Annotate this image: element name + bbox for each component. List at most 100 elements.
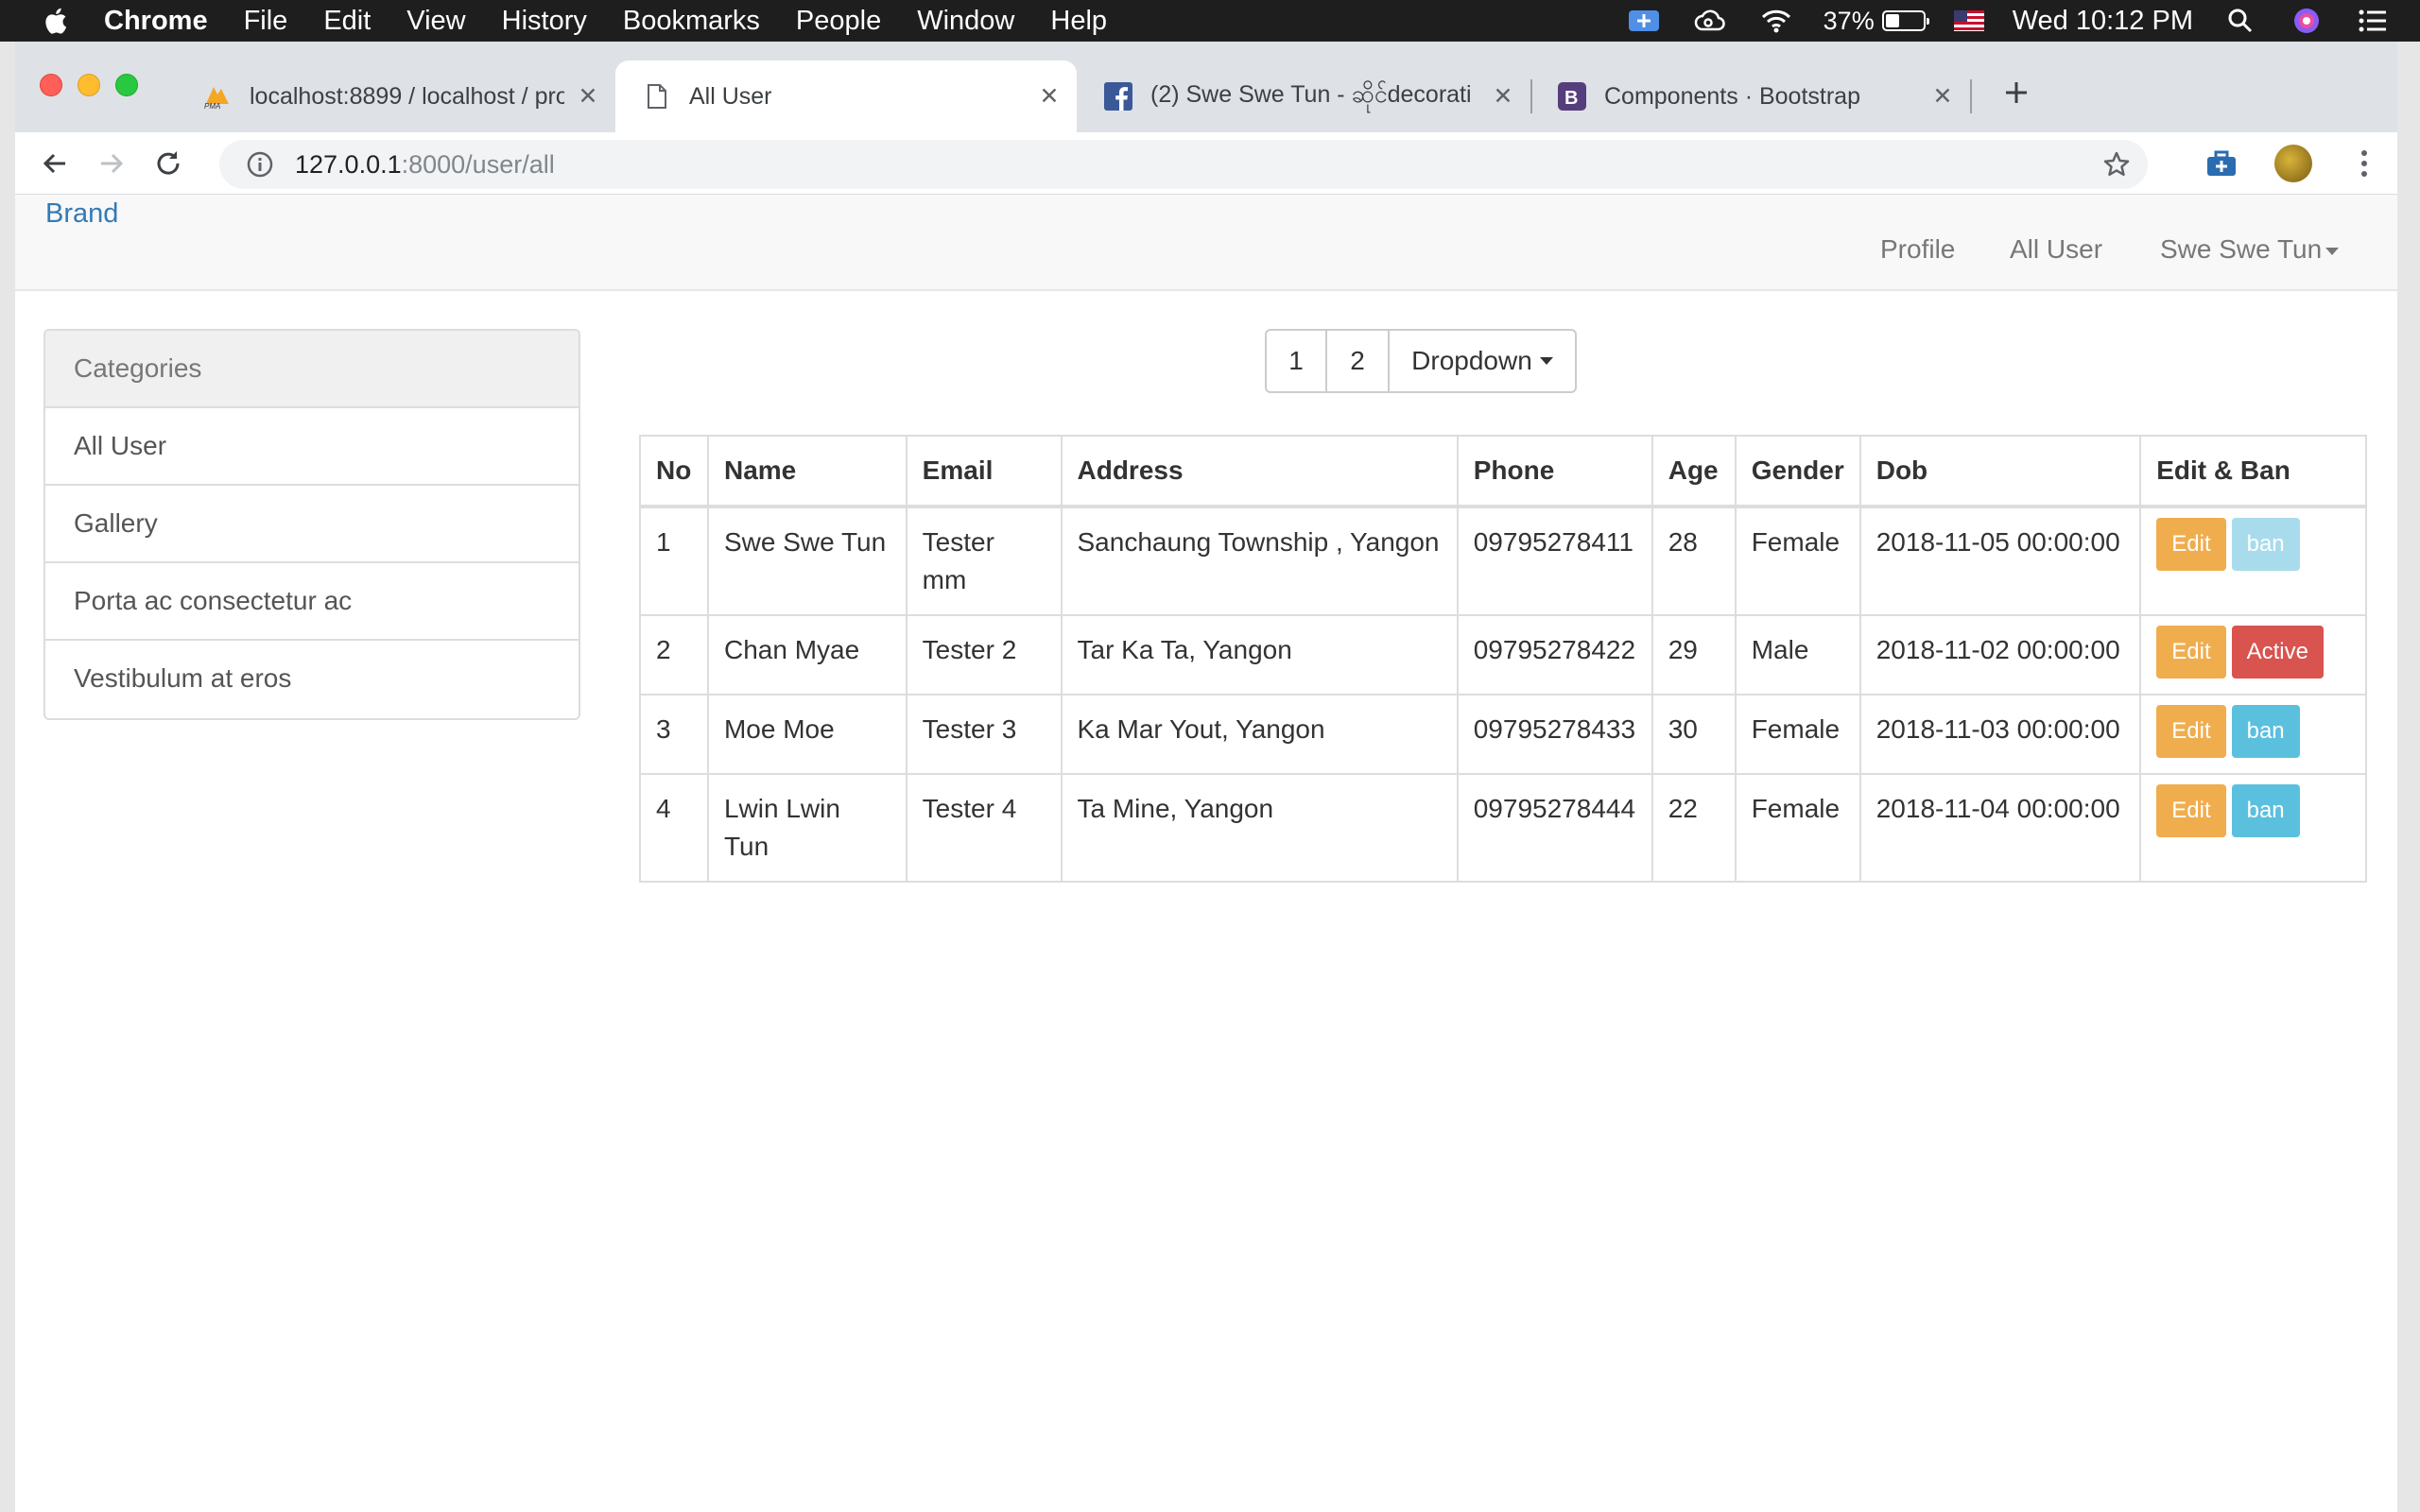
navbar-brand-link[interactable]: Brand bbox=[45, 198, 118, 230]
url-host: 127.0.0.1 bbox=[295, 149, 402, 179]
tab-bootstrap[interactable]: B Components · Bootstrap ✕ bbox=[1530, 60, 1970, 132]
header-name: Name bbox=[706, 435, 908, 508]
header-email: Email bbox=[905, 435, 1063, 508]
forward-arrow-icon[interactable] bbox=[89, 141, 134, 186]
user-menu-label: Swe Swe Tun bbox=[2160, 234, 2323, 264]
button-group: 1 2 Dropdown bbox=[1265, 329, 1577, 393]
header-actions: Edit & Ban bbox=[2139, 435, 2367, 508]
tab-close-icon[interactable]: ✕ bbox=[1489, 82, 1517, 111]
header-gender: Gender bbox=[1734, 435, 1861, 508]
menu-history[interactable]: History bbox=[502, 6, 587, 37]
battery-icon[interactable] bbox=[1881, 10, 1929, 31]
tab-phpmyadmin[interactable]: PMA localhost:8899 / localhost / pro ✕ bbox=[176, 60, 615, 132]
dropdown-button[interactable]: Dropdown bbox=[1390, 331, 1575, 391]
svg-text:B: B bbox=[1564, 88, 1578, 109]
menu-help[interactable]: Help bbox=[1050, 6, 1107, 37]
header-no: No bbox=[639, 435, 709, 508]
svg-text:PMA: PMA bbox=[204, 102, 220, 110]
siri-icon[interactable] bbox=[2288, 7, 2325, 35]
cell-email: Tester mm bbox=[905, 506, 1063, 616]
apple-icon[interactable] bbox=[38, 4, 72, 38]
page-1-button[interactable]: 1 bbox=[1267, 331, 1327, 391]
chrome-menu-icon[interactable] bbox=[2350, 145, 2378, 182]
caret-down-icon bbox=[2325, 247, 2340, 255]
site-navbar: Brand Profile All User Swe Swe Tun bbox=[15, 195, 2397, 291]
tab-separator bbox=[1970, 79, 1972, 113]
tab-title: All User bbox=[689, 82, 772, 110]
reload-icon[interactable] bbox=[146, 141, 191, 186]
nav-user-dropdown[interactable]: Swe Swe Tun bbox=[2160, 234, 2340, 265]
ban-button[interactable]: ban bbox=[2231, 784, 2300, 837]
cell-actions: Edit ban bbox=[2139, 506, 2367, 616]
cell-name: Moe Moe bbox=[706, 694, 908, 775]
cell-actions: Edit Active bbox=[2139, 614, 2367, 696]
cell-age: 22 bbox=[1651, 773, 1737, 883]
caret-down-icon bbox=[1539, 357, 1553, 365]
cell-address: Ta Mine, Yangon bbox=[1060, 773, 1459, 883]
site-info-icon[interactable] bbox=[246, 150, 274, 179]
ban-button[interactable]: ban bbox=[2231, 705, 2300, 758]
cell-actions: Edit ban bbox=[2139, 694, 2367, 775]
tab-title: Components · Bootstrap bbox=[1604, 82, 1860, 110]
input-source-flag-icon[interactable] bbox=[1953, 10, 1984, 31]
sidebar-item-vestibulum[interactable]: Vestibulum at eros bbox=[45, 641, 579, 718]
extension-toolbox-icon[interactable] bbox=[2203, 145, 2240, 182]
cell-phone: 09795278444 bbox=[1456, 773, 1653, 883]
table-row: 3 Moe Moe Tester 3 Ka Mar Yout, Yangon 0… bbox=[639, 694, 2367, 775]
cell-gender: Female bbox=[1734, 773, 1861, 883]
bookmark-star-icon[interactable] bbox=[2102, 150, 2131, 179]
wifi-icon[interactable] bbox=[1757, 7, 1795, 35]
sidebar-item-gallery[interactable]: Gallery bbox=[45, 486, 579, 563]
menu-window[interactable]: Window bbox=[917, 6, 1014, 37]
table-header-row: No Name Email Address Phone Age Gender D… bbox=[639, 435, 2367, 508]
cell-gender: Female bbox=[1734, 694, 1861, 775]
nav-link-all-user[interactable]: All User bbox=[2010, 234, 2102, 265]
edit-button[interactable]: Edit bbox=[2156, 784, 2226, 837]
profile-avatar[interactable] bbox=[2274, 145, 2312, 182]
tab-close-icon[interactable]: ✕ bbox=[1035, 82, 1063, 111]
creative-cloud-icon[interactable] bbox=[1691, 7, 1729, 35]
table-row: 2 Chan Myae Tester 2 Tar Ka Ta, Yangon 0… bbox=[639, 614, 2367, 696]
edit-button[interactable]: Edit bbox=[2156, 518, 2226, 571]
menu-app-chrome[interactable]: Chrome bbox=[104, 6, 208, 37]
url-text: 127.0.0.1:8000/user/all bbox=[295, 150, 555, 180]
page-2-button[interactable]: 2 bbox=[1327, 331, 1390, 391]
cell-phone: 09795278422 bbox=[1456, 614, 1653, 696]
clock[interactable]: Wed 10:12 PM bbox=[2013, 6, 2193, 37]
notification-center-icon[interactable] bbox=[2354, 7, 2392, 35]
edit-button[interactable]: Edit bbox=[2156, 626, 2226, 679]
tab-facebook[interactable]: (2) Swe Swe Tun - ဆိုင်decorati ✕ bbox=[1077, 60, 1530, 132]
spotlight-search-icon[interactable] bbox=[2221, 7, 2259, 35]
window-zoom-button[interactable] bbox=[115, 74, 138, 96]
menu-edit[interactable]: Edit bbox=[323, 6, 371, 37]
menu-file[interactable]: File bbox=[244, 6, 288, 37]
dropbox-icon[interactable] bbox=[1625, 7, 1663, 35]
macos-menubar: Chrome File Edit View History Bookmarks … bbox=[0, 0, 2420, 42]
cell-address: Sanchaung Township , Yangon bbox=[1060, 506, 1459, 616]
address-bar[interactable]: 127.0.0.1:8000/user/all bbox=[219, 140, 2148, 189]
new-tab-plus-icon[interactable] bbox=[1997, 74, 2035, 112]
sidebar-item-porta[interactable]: Porta ac consectetur ac bbox=[45, 563, 579, 641]
edit-button[interactable]: Edit bbox=[2156, 705, 2226, 758]
window-minimize-button[interactable] bbox=[78, 74, 100, 96]
table-row: 4 Lwin Lwin Tun Tester 4 Ta Mine, Yangon… bbox=[639, 773, 2367, 883]
nav-link-profile[interactable]: Profile bbox=[1880, 234, 1955, 265]
menu-view[interactable]: View bbox=[406, 6, 465, 37]
menu-people[interactable]: People bbox=[796, 6, 881, 37]
tab-title: (2) Swe Swe Tun - ဆိုင်decorati bbox=[1150, 80, 1472, 108]
tab-strip: PMA localhost:8899 / localhost / pro ✕ A… bbox=[15, 42, 2397, 132]
dropdown-label: Dropdown bbox=[1411, 346, 1532, 375]
sidebar-item-all-user[interactable]: All User bbox=[45, 408, 579, 486]
window-close-button[interactable] bbox=[40, 74, 62, 96]
tab-all-user[interactable]: All User ✕ bbox=[615, 60, 1077, 132]
back-arrow-icon[interactable] bbox=[32, 141, 78, 186]
menu-bookmarks[interactable]: Bookmarks bbox=[623, 6, 760, 37]
cell-gender: Female bbox=[1734, 506, 1861, 616]
cell-email: Tester 2 bbox=[905, 614, 1063, 696]
tab-close-icon[interactable]: ✕ bbox=[1928, 82, 1957, 111]
tab-close-icon[interactable]: ✕ bbox=[574, 82, 602, 111]
cell-email: Tester 3 bbox=[905, 694, 1063, 775]
cell-age: 30 bbox=[1651, 694, 1737, 775]
activate-button[interactable]: Active bbox=[2231, 626, 2324, 679]
ban-button[interactable]: ban bbox=[2231, 518, 2300, 571]
